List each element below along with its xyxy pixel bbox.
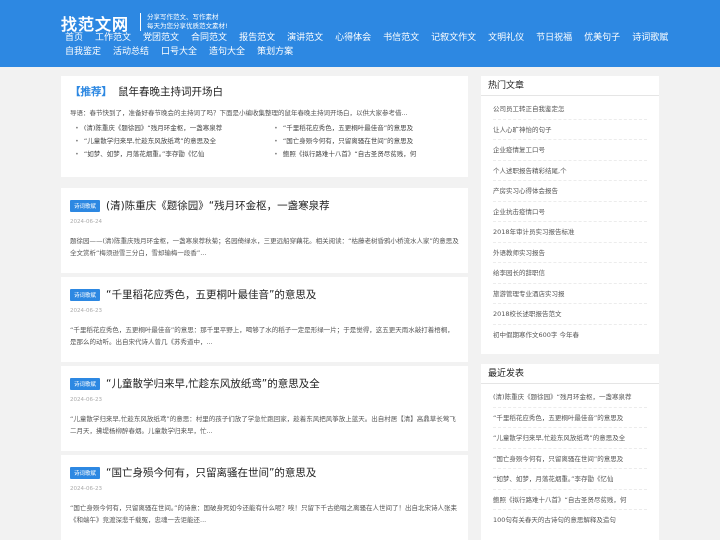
hot-articles-list: 公司员工转正自我鉴定怎 让人心旷神怡的句子 企业疫情复工口号 个人述职报告精彩结尾,个… [481,96,659,345]
nav-link[interactable]: 自我鉴定 [65,45,101,59]
recent-post-link[interactable]: 100句有关春天的古诗句的意思解释及造句 [493,510,647,531]
nav-link[interactable]: 书信范文 [383,31,419,45]
category-badge[interactable]: 诗词歌赋 [70,288,101,301]
recent-posts-title: 最近发表 [481,364,659,384]
recent-posts-panel: 最近发表 (清)陈重庆《题徐园》“残月环金枢，一盏寒泉荐 “千里稻花应秀色，五更桐… [481,364,659,540]
hot-article-link[interactable]: 给李园长的辞职信 [493,263,647,284]
recent-post-link[interactable]: 鲍照《拟行路难十八首》“自古圣贤尽贫贱，何 [493,490,647,510]
nav-link[interactable]: 活动总结 [113,45,149,59]
featured-link[interactable]: “千里稻花应秀色，五更桐叶最佳音”的意思及 [274,124,459,133]
nav-link[interactable]: 心得体会 [335,31,371,45]
article-title[interactable]: “千里稻花应秀色，五更桐叶最佳音”的意思及 [106,287,316,302]
category-badge[interactable]: 诗词歌赋 [70,199,101,212]
recent-post-link[interactable]: “儿童散学归来早,忙趁东风放纸鸢”的意思及全 [493,428,647,449]
article-card: 诗词歌赋 “国亡身殒今何有，只留离骚在世间”的意思及 2024-06-23 “国亡身殒… [61,455,468,540]
slogan-line-1: 分享写作范文、写作素材 [147,13,219,21]
article-head: 诗词歌赋 “儿童散学归来早,忙趁东风放纸鸢”的意思及全 [70,376,320,391]
nav-link[interactable]: 工作范文 [95,31,131,45]
article-head: 诗词歌赋 “千里稻花应秀色，五更桐叶最佳音”的意思及 [70,287,316,302]
article-date: 2024-06-24 [70,219,102,225]
article-head: 诗词歌赋 “国亡身殒今何有，只留离骚在世间”的意思及 [70,465,316,480]
hot-article-link[interactable]: 个人述职报告精彩结尾,个 [493,161,647,181]
featured-link-list: (清)陈重庆《题徐园》“残月环金枢，一盏寒泉荐 “千里稻花应秀色，五更桐叶最佳音”… [70,124,459,159]
hot-article-link[interactable]: 2018年审计员实习报告标准 [493,222,647,243]
article-title[interactable]: (清)陈重庆《题徐园》“残月环金枢，一盏寒泉荐 [106,198,330,213]
hot-article-link[interactable]: 产房实习心得体会报告 [493,181,647,202]
hot-article-link[interactable]: 公司员工转正自我鉴定怎 [493,99,647,120]
nav-link[interactable]: 首页 [65,31,83,45]
article-title[interactable]: “国亡身殒今何有，只留离骚在世间”的意思及 [106,465,316,480]
article-card: 诗词歌赋 “千里稻花应秀色，五更桐叶最佳音”的意思及 2024-06-23 “千里稻花… [61,277,468,362]
hot-article-link[interactable]: 外语教师实习报告 [493,243,647,263]
nav-link[interactable]: 节日祝福 [536,31,572,45]
featured-title[interactable]: 鼠年春晚主持词开场白 [118,86,223,98]
hot-article-link[interactable]: 让人心旷神怡的句子 [493,120,647,140]
nav-row-2: 自我鉴定 活动总结 口号大全 造句大全 策划方案 [65,45,665,59]
featured-link[interactable]: 鲍照《拟行路难十八首》“自古圣贤尽贫贱，何 [274,150,459,159]
article-title[interactable]: “儿童散学归来早,忙趁东风放纸鸢”的意思及全 [106,376,320,391]
recent-post-link[interactable]: “千里稻花应秀色，五更桐叶最佳音”的意思及 [493,408,647,428]
nav-link[interactable]: 演讲范文 [287,31,323,45]
featured-title-row[interactable]: 【推荐】 鼠年春晚主持词开场白 [70,84,459,100]
site-slogan: 分享写作范文、写作素材 每天为您分享优质范文素材! [140,13,228,31]
hot-article-link[interactable]: 企业抗击疫情口号 [493,202,647,222]
slogan-line-2: 每天为您分享优质范文素材! [147,22,228,30]
nav-link[interactable]: 文明礼仪 [488,31,524,45]
article-head: 诗词歌赋 (清)陈重庆《题徐园》“残月环金枢，一盏寒泉荐 [70,198,330,213]
featured-card: 【推荐】 鼠年春晚主持词开场白 导语：春节快到了，准备好春节晚会的主持词了吗？下面… [61,76,468,177]
hot-article-link[interactable]: 企业疫情复工口号 [493,140,647,161]
nav-link[interactable]: 记叙文作文 [431,31,476,45]
featured-link[interactable]: “国亡身殒今何有，只留离骚在世间”的意思及 [274,137,459,146]
article-card: 诗词歌赋 “儿童散学归来早,忙趁东风放纸鸢”的意思及全 2024-06-23 “儿童散… [61,366,468,451]
nav-link[interactable]: 优美句子 [584,31,620,45]
nav-link[interactable]: 诗词歌赋 [632,31,668,45]
article-date: 2024-06-23 [70,308,102,314]
featured-link[interactable]: (清)陈重庆《题徐园》“残月环金枢，一盏寒泉荐 [75,124,260,133]
hot-articles-title: 热门文章 [481,76,659,96]
nav-link[interactable]: 合同范文 [191,31,227,45]
featured-description: 导语：春节快到了，准备好春节晚会的主持词了吗？下面是小编收集整理的鼠年春晚主持词… [70,109,408,117]
main-nav: 首页 工作范文 党团范文 合同范文 报告范文 演讲范文 心得体会 书信范文 记叙文作文 文明礼仪节… [65,31,668,59]
hot-article-link[interactable]: 初中假期寒作文600字 今年春 [493,325,647,346]
category-badge[interactable]: 诗词歌赋 [70,377,101,390]
hot-article-link[interactable]: 2018校长述职报告范文 [493,304,647,325]
nav-link[interactable]: 口号大全 [161,45,197,59]
nav-link[interactable]: 报告范文 [239,31,275,45]
site-header: 找范文网 分享写作范文、写作素材 每天为您分享优质范文素材! 首页 工作范文 党团范… [0,0,720,67]
hot-article-link[interactable]: 旅游管理专业酒店实习报 [493,284,647,304]
featured-tag: 【推荐】 [70,86,112,98]
recent-post-link[interactable]: (清)陈重庆《题徐园》“残月环金枢，一盏寒泉荐 [493,387,647,408]
article-summary: “国亡身殒今何有，只留离骚在世间。”的诗意：国破身死如今还能有什么呢？唉！只留下… [70,504,457,524]
category-badge[interactable]: 诗词歌赋 [70,466,101,479]
recent-post-link[interactable]: “国亡身殒今何有，只留离骚在世间”的意思及 [493,449,647,469]
article-date: 2024-06-23 [70,397,102,403]
article-summary: “千里稻花应秀色，五更桐叶最佳音”的意思：那千里平野上，喝够了水的稻子一定是形绿… [70,326,454,346]
featured-link[interactable]: “如梦、如梦，月落花烟重。”李存勖《忆仙 [75,150,260,159]
nav-row-1: 首页 工作范文 党团范文 合同范文 报告范文 演讲范文 心得体会 书信范文 记叙文作文 文明礼仪节… [65,31,668,45]
recent-posts-list: (清)陈重庆《题徐园》“残月环金枢，一盏寒泉荐 “千里稻花应秀色，五更桐叶最佳音”… [481,384,659,531]
article-card: 诗词歌赋 (清)陈重庆《题徐园》“残月环金枢，一盏寒泉荐 2024-06-24 题徐园… [61,188,468,273]
nav-link[interactable]: 策划方案 [257,45,293,59]
hot-articles-panel: 热门文章 公司员工转正自我鉴定怎 让人心旷神怡的句子 企业疫情复工口号 个人述职报告精… [481,76,659,354]
article-date: 2024-06-23 [70,486,102,492]
featured-link[interactable]: “儿童散学归来早,忙趁东风放纸鸢”的意思及全 [75,137,260,146]
article-summary: 题徐园——(清)陈重庆残月环金枢，一盏寒泉荐秋菊；名园倚绿水，三更远船穿藕花。相… [70,237,459,257]
nav-link[interactable]: 党团范文 [143,31,179,45]
recent-post-link[interactable]: “如梦、如梦，月落花烟重。”李存勖《忆仙 [493,469,647,490]
article-summary: “儿童散学归来早,忙趁东风放纸鸢”的意思：村里的孩子们放了学急忙跑回家，趁着东风… [70,415,456,435]
nav-link[interactable]: 造句大全 [209,45,245,59]
